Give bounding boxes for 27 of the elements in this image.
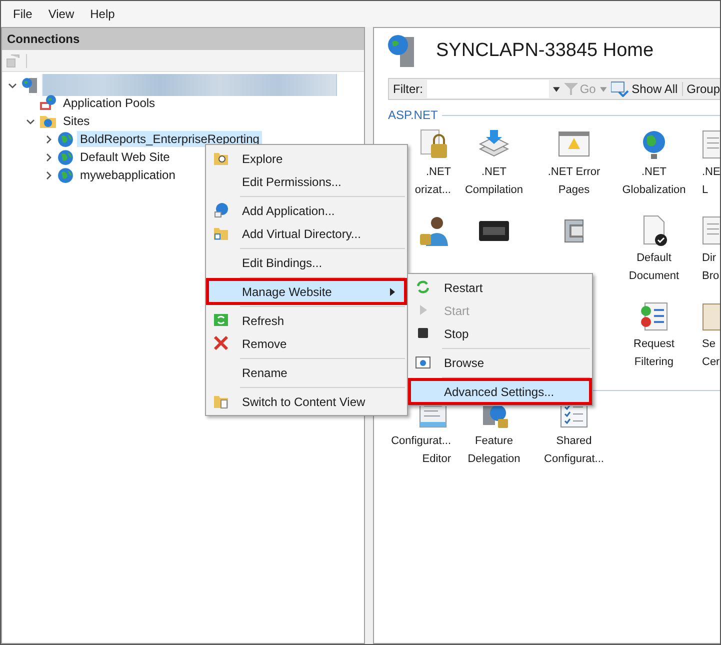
feature-label: Request: [634, 337, 674, 352]
feature-label: Bro: [702, 269, 720, 284]
feature-label: Editor: [422, 452, 451, 467]
feature-label: Default: [636, 251, 672, 266]
feature-label: Pages: [558, 183, 590, 198]
pane-header: Connections: [2, 28, 364, 50]
feature-label: .NET: [426, 165, 451, 180]
group-heading: ASP.NET: [388, 108, 438, 122]
feature-label: L: [702, 183, 708, 198]
feature-label: Cer: [702, 355, 720, 370]
feature-label: Document: [628, 269, 680, 284]
feature-label: Se: [702, 337, 716, 352]
feature-label: Delegation: [468, 452, 520, 467]
feature-label: .NE: [702, 165, 720, 180]
feature-label: .NET: [641, 165, 667, 180]
feature-label: Shared: [556, 434, 592, 449]
feature-label: Dir: [702, 251, 716, 266]
page-title: SYNCLAPN-33845 Home: [436, 40, 654, 62]
feature-label: Configurat...: [391, 434, 451, 449]
feature-label: Configurat...: [544, 452, 604, 467]
feature-label: .NET Error: [548, 165, 600, 180]
feature-label: orizat...: [414, 183, 451, 198]
feature-label: Compilation: [464, 183, 524, 198]
feature-label: Feature: [475, 434, 513, 449]
feature-label: .NET: [481, 165, 507, 180]
feature-label: Globalization: [622, 183, 686, 198]
feature-label: Filtering: [634, 355, 674, 370]
